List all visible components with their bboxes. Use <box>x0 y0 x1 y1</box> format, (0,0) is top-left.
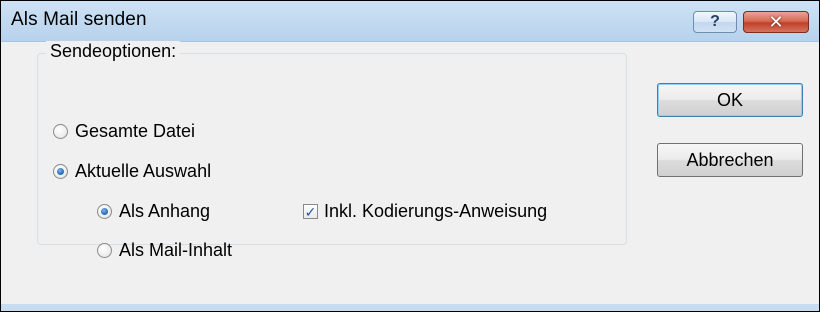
close-button[interactable]: ✕ <box>743 11 809 33</box>
radio-whole-file[interactable]: Gesamte Datei <box>53 121 195 142</box>
checkbox-include-encoding-box[interactable]: ✓ <box>303 204 318 219</box>
radio-as-attachment-label[interactable]: Als Anhang <box>119 201 210 222</box>
radio-as-mail-body-indicator[interactable] <box>97 243 112 258</box>
help-button[interactable]: ? <box>693 11 737 33</box>
cancel-button-label: Abbrechen <box>686 149 774 170</box>
radio-current-selection-label[interactable]: Aktuelle Auswahl <box>75 161 211 182</box>
checkbox-include-encoding[interactable]: ✓ Inkl. Kodierungs-Anweisung <box>303 201 547 222</box>
radio-as-mail-body[interactable]: Als Mail-Inhalt <box>97 240 232 261</box>
close-icon: ✕ <box>768 11 784 32</box>
cancel-button[interactable]: Abbrechen <box>657 143 803 177</box>
dialog-title: Als Mail senden <box>11 9 147 30</box>
ok-button[interactable]: OK <box>657 83 803 117</box>
checkmark-icon: ✓ <box>304 203 317 220</box>
checkbox-include-encoding-label[interactable]: Inkl. Kodierungs-Anweisung <box>324 201 547 222</box>
dialog-window: Als Mail senden ? ✕ Sendeoptionen: Gesam… <box>0 0 820 312</box>
radio-as-attachment-indicator[interactable] <box>97 204 112 219</box>
radio-whole-file-indicator[interactable] <box>53 124 68 139</box>
ok-button-label: OK <box>716 89 743 110</box>
title-bar[interactable]: Als Mail senden ? ✕ <box>1 1 819 42</box>
question-mark-icon: ? <box>710 13 720 30</box>
radio-as-mail-body-label[interactable]: Als Mail-Inhalt <box>119 240 232 261</box>
send-options-label: Sendeoptionen: <box>46 41 181 62</box>
radio-current-selection-indicator[interactable] <box>53 164 68 179</box>
window-bottom-border <box>1 304 819 311</box>
radio-as-attachment[interactable]: Als Anhang <box>97 201 210 222</box>
radio-whole-file-label[interactable]: Gesamte Datei <box>75 121 195 142</box>
radio-current-selection[interactable]: Aktuelle Auswahl <box>53 161 211 182</box>
